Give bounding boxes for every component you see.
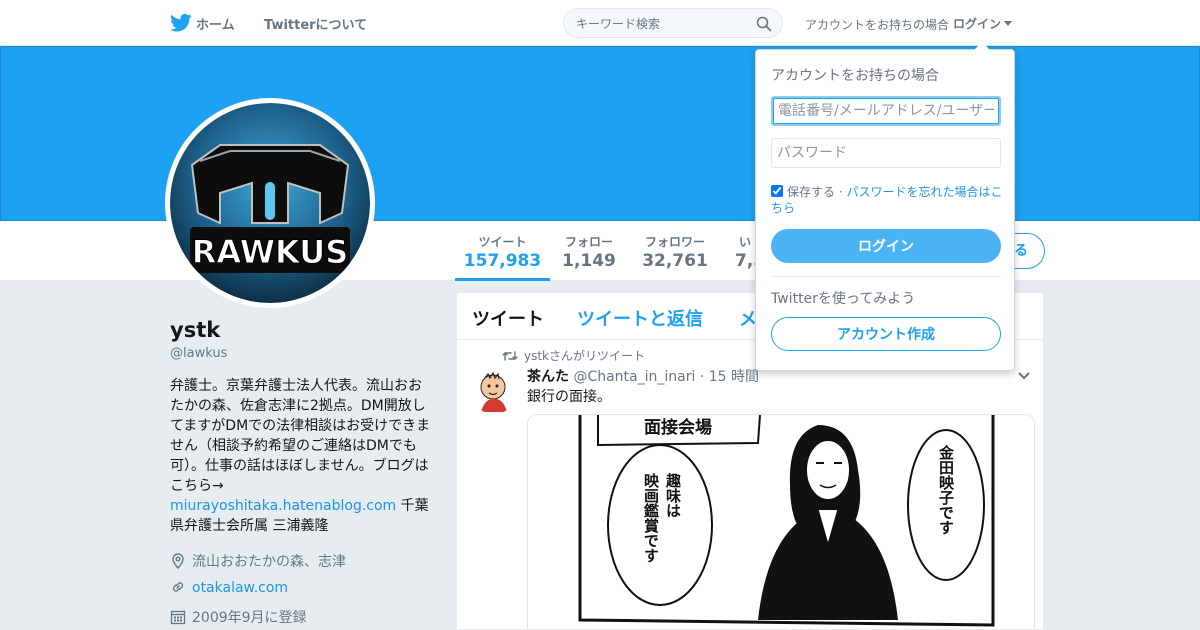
- nav-have-account-text: アカウントをお持ちの場合: [805, 18, 950, 32]
- search-input[interactable]: [576, 15, 746, 33]
- dropdown-divider: [771, 276, 1001, 277]
- login-dropdown: アカウントをお持ちの場合 保存する · パスワードを忘れた場合はこちら ログイン…: [755, 42, 1015, 371]
- chevron-down-icon[interactable]: [1017, 371, 1031, 381]
- profile-location: 流山おおたかの森、志津: [170, 551, 346, 571]
- manga-bubble-left-col2: 映画鑑賞です: [642, 472, 660, 563]
- profile-bio: 弁護士。京葉弁護士法人代表。流山おおたかの森、佐倉志津に2拠点。DM開放してます…: [170, 376, 432, 536]
- profile-website: otakalaw.com: [170, 579, 288, 596]
- profile-name: ystk: [170, 318, 221, 342]
- tweet-author-name[interactable]: 茶んた: [527, 369, 569, 385]
- stat-following[interactable]: フォロー 1,149: [555, 221, 623, 281]
- stat-label: ツイート: [478, 235, 527, 249]
- link-icon: [172, 582, 184, 592]
- nav-login-label: ログイン: [953, 17, 1002, 31]
- search-icon[interactable]: [756, 16, 772, 32]
- location-text: 流山おおたかの森、志津: [192, 554, 346, 570]
- tweet-header: 茶んた @Chanta_in_inari · 15 時間: [527, 366, 759, 386]
- login-dropdown-title: アカウントをお持ちの場合: [771, 68, 939, 84]
- stat-followers[interactable]: フォロワー 32,761: [635, 221, 715, 281]
- profile-handle[interactable]: @lawkus: [170, 346, 227, 361]
- stat-value: 7,5: [735, 251, 755, 271]
- remember-label[interactable]: 保存する: [787, 185, 835, 199]
- tweet-author-avatar[interactable]: [471, 368, 517, 414]
- stat-likes[interactable]: い 7,5: [733, 221, 755, 281]
- profile-avatar[interactable]: RAWKUS: [165, 98, 375, 308]
- location-icon: [172, 553, 184, 569]
- profile-joined: 2009年9月に登録: [170, 607, 307, 627]
- joined-text: 2009年9月に登録: [192, 610, 307, 626]
- avatar-logo-text: RAWKUS: [192, 233, 349, 271]
- manga-sign-text: 面接会場: [644, 417, 712, 438]
- bio-blog-link[interactable]: miurayoshitaka.hatenablog.com: [170, 498, 396, 514]
- rawkus-logo-avatar: RAWKUS: [170, 103, 370, 303]
- stat-tweets[interactable]: ツイート 157,983: [455, 221, 550, 281]
- nav-about-link[interactable]: Twitterについて: [264, 14, 367, 33]
- top-nav: ホーム Twitterについて アカウントをお持ちの場合 ログイン: [0, 0, 1200, 46]
- retweet-context-text[interactable]: ystkさんがリツイート: [524, 349, 645, 363]
- retweet-context: ystkさんがリツイート: [502, 347, 645, 364]
- manga-bubble-left-col1: 趣味は: [664, 472, 682, 518]
- remember-separator: ·: [838, 185, 843, 199]
- stat-value: 1,149: [562, 251, 616, 271]
- manga-bubble-right-text: 金田映子です: [937, 444, 955, 535]
- password-field[interactable]: [771, 138, 1001, 168]
- stat-label: フォロー: [564, 235, 613, 249]
- tab-tweets[interactable]: ツイート: [472, 305, 544, 331]
- twitter-bird-icon[interactable]: [170, 13, 192, 33]
- tweet-text: 銀行の面接。: [527, 389, 611, 405]
- create-account-button[interactable]: アカウント作成: [771, 317, 1001, 351]
- username-field[interactable]: [771, 96, 1001, 126]
- cartoon-avatar-image: [471, 368, 517, 414]
- remember-checkbox[interactable]: [771, 185, 783, 197]
- stat-value: 157,983: [463, 251, 542, 271]
- tweet-author-handle[interactable]: @Chanta_in_inari: [573, 369, 695, 385]
- stat-label: フォロワー: [644, 235, 705, 249]
- remember-row: 保存する · パスワードを忘れた場合はこちら: [771, 184, 1003, 216]
- stat-value: 32,761: [642, 251, 708, 271]
- caret-down-icon: [1004, 21, 1013, 26]
- search-box: [563, 8, 783, 38]
- website-link[interactable]: otakalaw.com: [192, 580, 288, 596]
- try-twitter-text: Twitterを使ってみよう: [771, 291, 916, 307]
- nav-home-link[interactable]: ホーム: [196, 14, 235, 33]
- retweet-icon: [502, 351, 518, 361]
- tab-tweets-replies[interactable]: ツイートと返信: [577, 305, 703, 331]
- nav-login-button[interactable]: ログイン: [953, 15, 1013, 32]
- bio-text: 弁護士。京葉弁護士法人代表。流山おおたかの森、佐倉志津に2拠点。DM開放してます…: [170, 378, 431, 494]
- manga-image: 面接会場 趣味は 映画鑑賞です 金田映子です: [528, 415, 1034, 629]
- tweet-media[interactable]: 面接会場 趣味は 映画鑑賞です 金田映子です: [527, 414, 1035, 629]
- tweet-time[interactable]: · 15 時間: [700, 369, 759, 385]
- stat-label: い: [739, 235, 752, 249]
- calendar-icon: [170, 610, 186, 625]
- login-button[interactable]: ログイン: [771, 229, 1001, 263]
